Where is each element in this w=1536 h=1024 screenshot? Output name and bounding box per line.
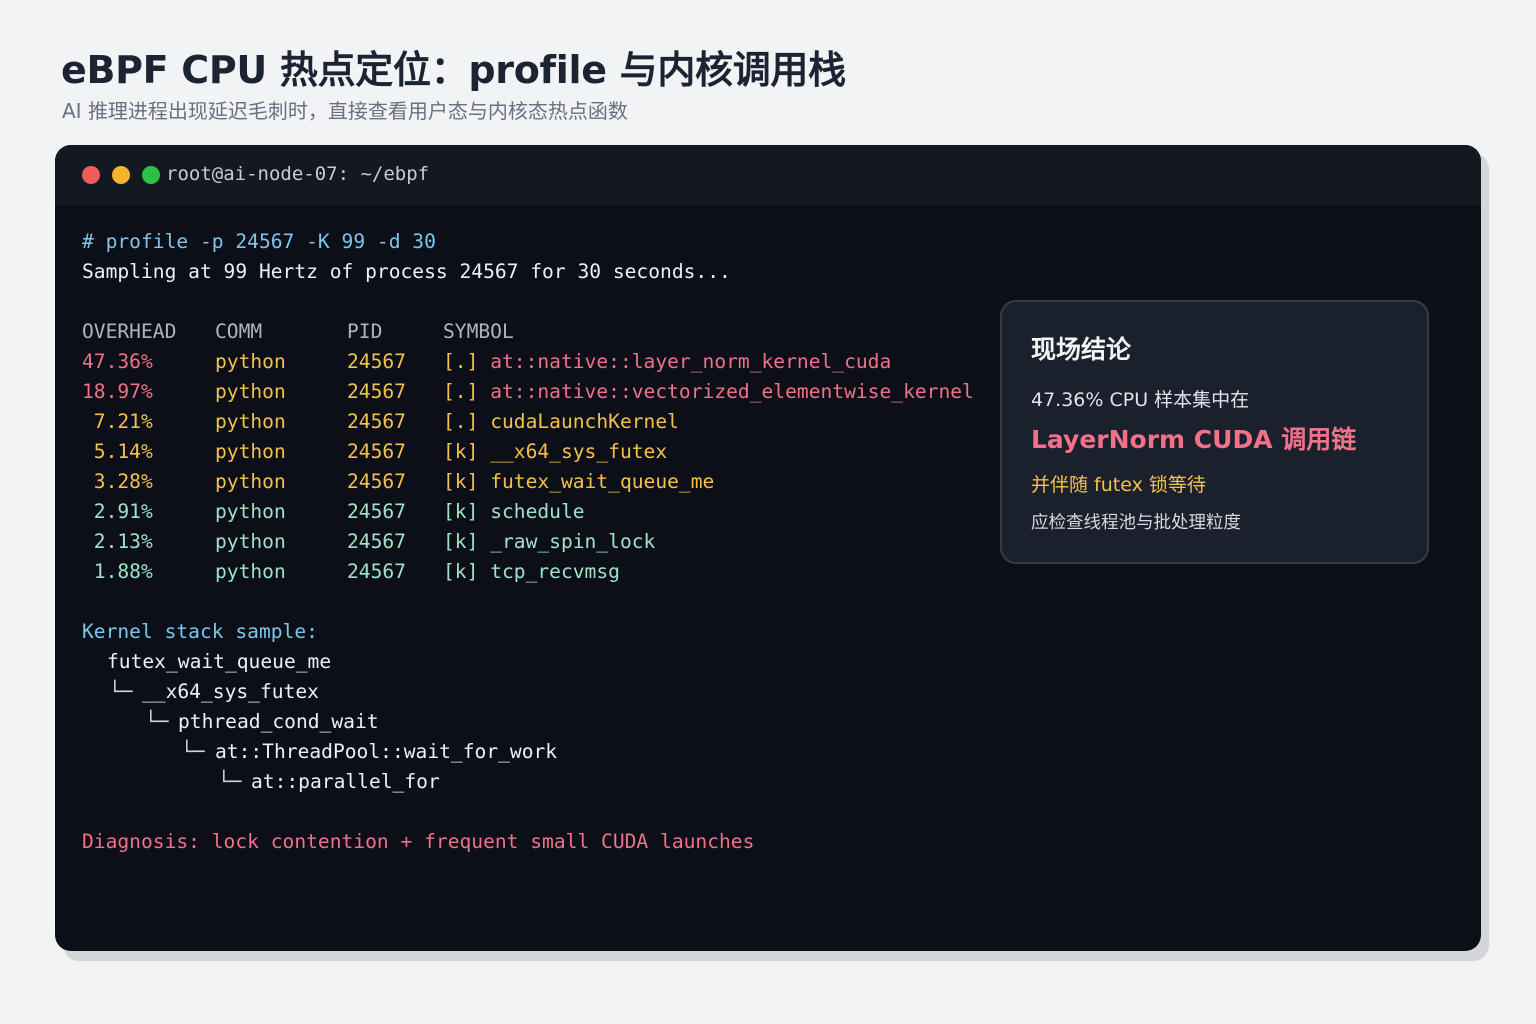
symbol-name: __x64_sys_futex [490, 440, 668, 463]
symbol-cell: [k] _raw_spin_lock [443, 527, 655, 557]
comm-value: python [215, 410, 286, 433]
tree-branch-icon: └─ [181, 740, 205, 763]
symbol-type: [.] [443, 380, 479, 403]
symbol-name: tcp_recvmsg [490, 560, 620, 583]
comm-value: python [215, 440, 286, 463]
overhead-value: 47.36% [82, 350, 153, 373]
window-title: root@ai-node-07: ~/ebpf [166, 163, 430, 185]
overhead-value: 2.91% [82, 500, 153, 523]
symbol-name: schedule [490, 500, 585, 523]
comm-value: python [215, 500, 286, 523]
table-row: 5.14% python 24567 [k] __x64_sys_futex [82, 437, 754, 467]
table-row: 3.28% python 24567 [k] futex_wait_queue_… [82, 467, 754, 497]
stack-frame: └─ at::parallel_for [82, 767, 754, 797]
terminal-output[interactable]: # profile -p 24567 -K 99 -d 30 Sampling … [82, 227, 974, 857]
symbol-name: at::native::layer_norm_kernel_cuda [490, 350, 892, 373]
stack-frame-name: at::parallel_for [251, 770, 440, 793]
stack-frame-name: __x64_sys_futex [142, 680, 319, 703]
symbol-cell: [k] schedule [443, 497, 585, 527]
diagnosis-line: Diagnosis: lock contention + frequent sm… [82, 830, 755, 853]
table-row: 7.21% python 24567 [.] cudaLaunchKernel [82, 407, 754, 437]
comm-value: python [215, 560, 286, 583]
symbol-type: [k] [443, 530, 479, 553]
pid-value: 24567 [347, 500, 406, 523]
page-subtitle: AI 推理进程出现延迟毛刺时，直接查看用户态与内核态热点函数 [62, 99, 628, 123]
header-symbol: SYMBOL [443, 320, 514, 343]
symbol-type: [.] [443, 410, 479, 433]
conclusion-card: 现场结论 47.36% CPU 样本集中在 LayerNorm CUDA 调用链… [1000, 300, 1429, 564]
overhead-value: 5.14% [82, 440, 153, 463]
pid-value: 24567 [347, 410, 406, 433]
symbol-name: cudaLaunchKernel [490, 410, 679, 433]
table-row: 18.97% python 24567 [.] at::native::vect… [82, 377, 974, 407]
comm-value: python [215, 380, 286, 403]
comm-value: python [215, 470, 286, 493]
card-hotspot-highlight: LayerNorm CUDA 调用链 [1031, 425, 1357, 454]
close-window-button[interactable] [82, 166, 100, 184]
comm-value: python [215, 350, 286, 373]
overhead-value: 7.21% [82, 410, 153, 433]
symbol-cell: [.] at::native::vectorized_elementwise_k… [443, 377, 974, 407]
terminal-window[interactable]: root@ai-node-07: ~/ebpf # profile -p 245… [55, 145, 1481, 951]
stack-frame: └─ at::ThreadPool::wait_for_work [82, 737, 754, 767]
card-cpu-summary: 47.36% CPU 样本集中在 [1031, 389, 1250, 411]
pid-value: 24567 [347, 350, 406, 373]
stack-frame-name: pthread_cond_wait [178, 710, 379, 733]
header-comm: COMM [215, 320, 263, 343]
card-futex-note: 并伴随 futex 锁等待 [1031, 474, 1206, 496]
pid-value: 24567 [347, 530, 406, 553]
stack-frame: futex_wait_queue_me [82, 647, 754, 677]
pid-value: 24567 [347, 440, 406, 463]
tree-branch-icon: └─ [109, 680, 133, 703]
pid-value: 24567 [347, 470, 406, 493]
symbol-name: _raw_spin_lock [490, 530, 656, 553]
header-overhead: OVERHEAD [82, 320, 177, 343]
symbol-type: [.] [443, 350, 479, 373]
comm-value: python [215, 530, 286, 553]
table-row: 2.13% python 24567 [k] _raw_spin_lock [82, 527, 754, 557]
pid-value: 24567 [347, 560, 406, 583]
table-row: 2.91% python 24567 [k] schedule [82, 497, 754, 527]
minimize-window-button[interactable] [112, 166, 130, 184]
symbol-type: [k] [443, 470, 479, 493]
page-title: eBPF CPU 热点定位：profile 与内核调用栈 [61, 48, 846, 92]
symbol-name: futex_wait_queue_me [490, 470, 715, 493]
symbol-cell: [k] futex_wait_queue_me [443, 467, 714, 497]
stack-frame-name: futex_wait_queue_me [107, 650, 332, 673]
symbol-cell: [.] at::native::layer_norm_kernel_cuda [443, 347, 891, 377]
command-line: # profile -p 24567 -K 99 -d 30 [82, 230, 436, 253]
overhead-value: 18.97% [82, 380, 153, 403]
stack-frame: └─ __x64_sys_futex [82, 677, 754, 707]
tree-branch-icon: └─ [145, 710, 169, 733]
stack-frame-name: at::ThreadPool::wait_for_work [215, 740, 558, 763]
overhead-value: 2.13% [82, 530, 153, 553]
table-header: OVERHEAD COMM PID SYMBOL [82, 317, 754, 347]
card-title: 现场结论 [1031, 335, 1132, 364]
symbol-type: [k] [443, 560, 479, 583]
stack-heading: Kernel stack sample: [82, 620, 318, 643]
maximize-window-button[interactable] [142, 166, 160, 184]
sampling-line: Sampling at 99 Hertz of process 24567 fo… [82, 260, 731, 283]
terminal-titlebar[interactable]: root@ai-node-07: ~/ebpf [55, 145, 1481, 205]
symbol-cell: [k] tcp_recvmsg [443, 557, 620, 587]
table-row: 1.88% python 24567 [k] tcp_recvmsg [82, 557, 754, 587]
symbol-type: [k] [443, 500, 479, 523]
pid-value: 24567 [347, 380, 406, 403]
overhead-value: 1.88% [82, 560, 153, 583]
tree-branch-icon: └─ [218, 770, 242, 793]
symbol-cell: [k] __x64_sys_futex [443, 437, 667, 467]
symbol-type: [k] [443, 440, 479, 463]
symbol-name: at::native::vectorized_elementwise_kerne… [490, 380, 974, 403]
symbol-cell: [.] cudaLaunchKernel [443, 407, 679, 437]
card-recommendation: 应检查线程池与批处理粒度 [1031, 513, 1241, 533]
stack-frame: └─ pthread_cond_wait [82, 707, 754, 737]
table-row: 47.36% python 24567 [.] at::native::laye… [82, 347, 891, 377]
overhead-value: 3.28% [82, 470, 153, 493]
header-pid: PID [347, 320, 383, 343]
